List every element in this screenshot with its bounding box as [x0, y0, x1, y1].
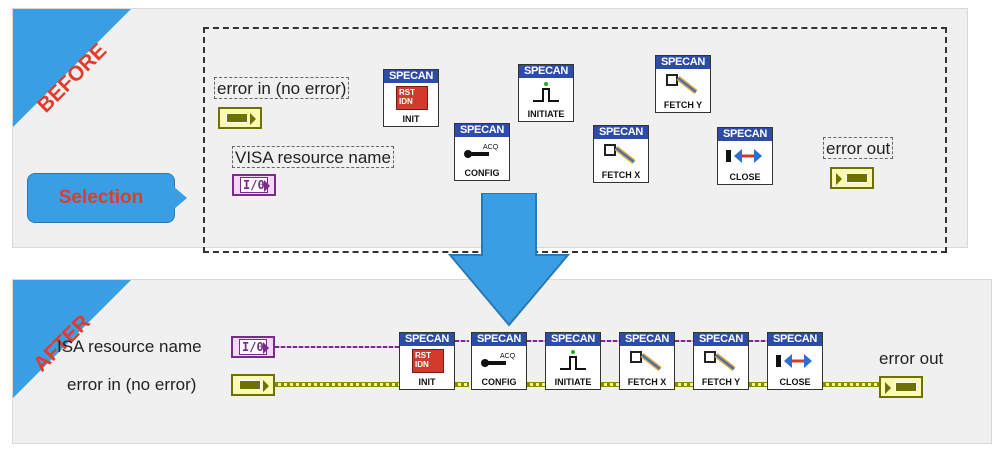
vi-footer: INIT: [402, 114, 420, 124]
vi-header: SPECAN: [546, 333, 600, 346]
vi-footer: CONFIG: [481, 377, 517, 387]
error-wire[interactable]: [823, 382, 879, 387]
callout-pointer: [173, 186, 187, 210]
svg-text:ACQ: ACQ: [500, 353, 516, 360]
selection-callout-text: Selection: [58, 187, 144, 208]
rst-idn-icon: RST IDN: [408, 349, 446, 373]
vi-header: SPECAN: [594, 126, 648, 139]
vi-close-before[interactable]: SPECAN CLOSE: [717, 127, 773, 185]
wrench-icon: ACQ: [463, 140, 501, 164]
cluster-icon: [239, 380, 261, 390]
vi-footer: FETCH Y: [663, 100, 703, 110]
vi-init-after[interactable]: SPECAN RST IDN INIT: [399, 332, 455, 390]
error-wire[interactable]: [455, 382, 469, 387]
visa-wire[interactable]: [527, 340, 545, 342]
vi-footer: INITIATE: [554, 377, 592, 387]
visa-resource-label[interactable]: VISA resource name: [232, 146, 394, 168]
vi-footer: CLOSE: [779, 377, 811, 387]
close-connection-icon: [776, 349, 814, 373]
vi-header: SPECAN: [400, 333, 454, 346]
visa-wire[interactable]: [455, 340, 469, 342]
fetch-pencil-icon: [702, 349, 740, 373]
error-wire[interactable]: [527, 382, 545, 387]
after-error-in-terminal[interactable]: [231, 374, 275, 396]
error-out-label[interactable]: error out: [823, 137, 894, 159]
error-wire[interactable]: [601, 382, 619, 387]
error-wire[interactable]: [749, 382, 767, 387]
fetch-pencil-icon: [628, 349, 666, 373]
visa-wire[interactable]: [749, 340, 767, 342]
vi-header: SPECAN: [620, 333, 674, 346]
vi-initiate-before[interactable]: SPECAN INITIATE: [518, 64, 574, 122]
selection-callout: Selection: [27, 173, 175, 223]
cluster-icon: [895, 382, 917, 392]
after-visa-resource-label: ISA resource name: [57, 337, 202, 356]
trigger-icon: [527, 81, 565, 105]
after-visa-resource-terminal[interactable]: I/0: [231, 336, 275, 358]
vi-footer: FETCH X: [627, 377, 667, 387]
down-arrow-icon: [448, 193, 570, 327]
arrow-right-icon: [264, 180, 270, 192]
visa-resource-terminal[interactable]: I/0: [232, 174, 276, 196]
vi-footer: FETCH Y: [701, 377, 741, 387]
error-in-label[interactable]: error in (no error): [214, 77, 350, 99]
vi-footer: CONFIG: [464, 168, 500, 178]
vi-header: SPECAN: [472, 333, 526, 346]
vi-footer: FETCH X: [601, 170, 641, 180]
error-wire[interactable]: [275, 382, 399, 387]
wrench-icon: ACQ: [480, 349, 518, 373]
vi-header: SPECAN: [694, 333, 748, 346]
vi-close-after[interactable]: SPECAN CLOSE: [767, 332, 823, 390]
vi-header: SPECAN: [384, 70, 438, 83]
cluster-icon: [846, 173, 868, 183]
vi-footer: INIT: [418, 377, 436, 387]
vi-init-before[interactable]: SPECAN RST IDN INIT: [383, 69, 439, 127]
cluster-icon: [226, 113, 248, 123]
after-error-out-label: error out: [879, 349, 944, 368]
error-in-terminal[interactable]: [218, 107, 262, 129]
error-out-terminal[interactable]: [830, 167, 874, 189]
vi-header: SPECAN: [656, 56, 710, 69]
arrow-right-icon: [263, 342, 269, 354]
vi-header: SPECAN: [455, 124, 509, 137]
vi-header: SPECAN: [718, 128, 772, 141]
visa-wire[interactable]: [601, 340, 619, 342]
visa-wire[interactable]: [275, 346, 399, 348]
arrow-right-icon: [885, 382, 891, 394]
after-error-out-terminal[interactable]: [879, 376, 923, 398]
after-error-in-label: error in (no error): [67, 375, 197, 394]
vi-footer: CLOSE: [729, 172, 761, 182]
vi-header: SPECAN: [519, 65, 573, 78]
visa-wire[interactable]: [675, 340, 693, 342]
error-wire[interactable]: [675, 382, 693, 387]
vi-config-before[interactable]: SPECAN ACQ CONFIG: [454, 123, 510, 181]
vi-header: SPECAN: [768, 333, 822, 346]
arrow-right-icon: [250, 113, 256, 125]
vi-initiate-after[interactable]: SPECAN INITIATE: [545, 332, 601, 390]
vi-fetch-y-after[interactable]: SPECAN FETCH Y: [693, 332, 749, 390]
close-connection-icon: [726, 144, 764, 168]
vi-fetch-y-before[interactable]: SPECAN FETCH Y: [655, 55, 711, 113]
trigger-icon: [554, 349, 592, 373]
fetch-pencil-icon: [664, 72, 702, 96]
vi-footer: INITIATE: [527, 109, 565, 119]
svg-text:ACQ: ACQ: [483, 144, 499, 151]
arrow-right-icon: [263, 380, 269, 392]
rst-idn-icon: RST IDN: [392, 86, 430, 110]
vi-fetch-x-before[interactable]: SPECAN FETCH X: [593, 125, 649, 183]
fetch-pencil-icon: [602, 142, 640, 166]
vi-config-after[interactable]: SPECAN ACQ CONFIG: [471, 332, 527, 390]
arrow-right-icon: [836, 173, 842, 185]
vi-fetch-x-after[interactable]: SPECAN FETCH X: [619, 332, 675, 390]
